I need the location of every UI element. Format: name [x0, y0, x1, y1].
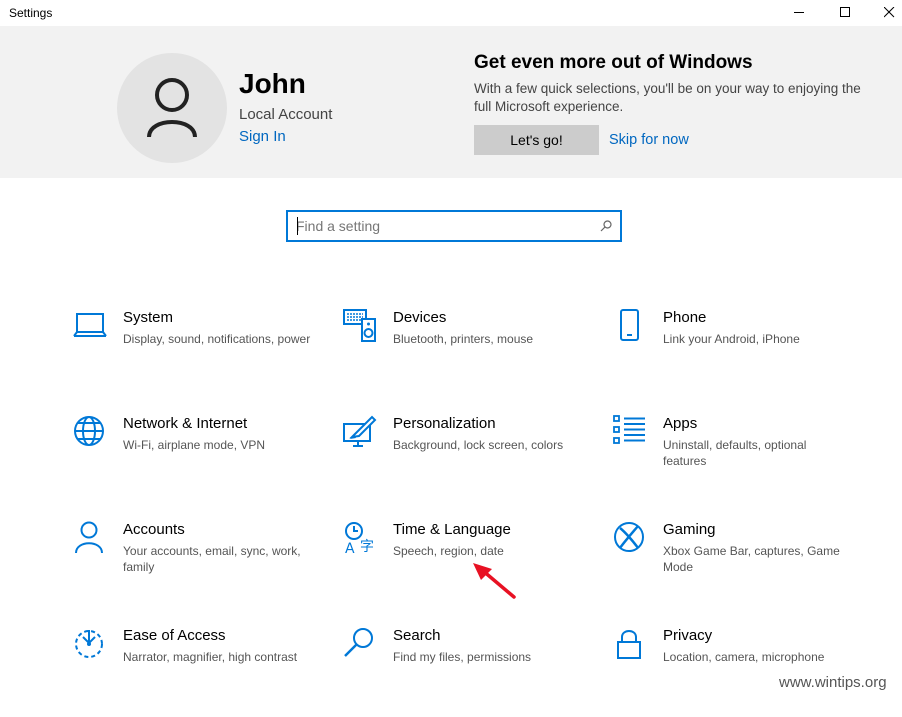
tile-description: Location, camera, microphone [663, 650, 825, 664]
tile-time-language[interactable]: A 字 Time & Language Speech, region, date [343, 521, 593, 611]
svg-text:A: A [345, 541, 355, 555]
xbox-icon [614, 522, 644, 552]
tile-description: Narrator, magnifier, high contrast [123, 650, 298, 664]
maximize-button[interactable] [822, 0, 868, 26]
tile-description: Xbox Game Bar, captures, Game Mode [663, 544, 840, 574]
promo-title: Get even more out of Windows [474, 52, 753, 73]
tile-title: Accounts [123, 521, 185, 538]
apps-list-icon [613, 415, 645, 444]
globe-icon [74, 416, 104, 446]
tile-search[interactable]: Search Find my files, permissions [343, 627, 593, 717]
tile-title: System [123, 309, 174, 326]
title-bar: Settings [0, 0, 902, 26]
tile-system[interactable]: System Display, sound, notifications, po… [73, 309, 323, 399]
tile-description: Wi-Fi, airplane mode, VPN [123, 438, 266, 452]
tile-description: Speech, region, date [393, 544, 504, 558]
tile-title: Gaming [663, 521, 716, 538]
minimize-icon [794, 12, 804, 13]
red-arrow-icon [473, 563, 516, 599]
close-icon [884, 7, 895, 18]
tile-title: Privacy [663, 627, 713, 644]
tile-phone[interactable]: Phone Link your Android, iPhone [613, 309, 863, 399]
tile-title: Personalization [393, 415, 496, 432]
tile-title: Ease of Access [123, 627, 226, 644]
skip-for-now-link[interactable]: Skip for now [609, 132, 689, 148]
person-icon [75, 521, 103, 554]
tile-gaming[interactable]: Gaming Xbox Game Bar, captures, Game Mod… [613, 521, 863, 611]
tile-network-internet[interactable]: Network & Internet Wi-Fi, airplane mode,… [73, 415, 323, 505]
tile-devices[interactable]: Devices Bluetooth, printers, mouse [343, 309, 593, 399]
personalization-icon [343, 415, 377, 447]
tile-ease-of-access[interactable]: Ease of Access Narrator, magnifier, high… [73, 627, 323, 717]
laptop-icon [73, 313, 107, 337]
tile-title: Search [393, 627, 441, 644]
sign-in-link[interactable]: Sign In [239, 128, 286, 145]
magnifier-icon [344, 628, 373, 657]
tile-title: Devices [393, 309, 447, 326]
tile-personalization[interactable]: Personalization Background, lock screen,… [343, 415, 593, 505]
lock-icon [617, 630, 641, 659]
tile-title: Phone [663, 309, 707, 326]
tile-description: Find my files, permissions [393, 650, 532, 664]
minimize-button[interactable] [776, 0, 822, 26]
ease-of-access-icon [75, 630, 103, 658]
lets-go-button[interactable]: Let's go! [474, 125, 599, 155]
window-title: Settings [9, 6, 53, 20]
tile-description: Uninstall, defaults, optional features [663, 438, 807, 468]
tile-description: Display, sound, notifications, power [123, 332, 311, 346]
promo-text: With a few quick selections, you'll be o… [474, 81, 861, 114]
devices-icon [343, 309, 376, 342]
user-name: John [239, 68, 306, 99]
tile-apps[interactable]: Apps Uninstall, defaults, optional featu… [613, 415, 863, 505]
time-language-icon: A 字 [345, 522, 374, 555]
close-button[interactable] [866, 0, 902, 26]
account-banner: John Local Account Sign In Get even more… [0, 26, 902, 178]
account-type: Local Account [239, 106, 333, 123]
tile-title: Time & Language [393, 521, 511, 538]
person-icon [147, 78, 197, 138]
watermark: www.wintips.org [779, 674, 887, 691]
tile-description: Link your Android, iPhone [663, 332, 800, 346]
search-box[interactable] [286, 210, 622, 242]
tile-description: Your accounts, email, sync, work, family [123, 544, 301, 574]
maximize-icon [840, 7, 850, 17]
tile-title: Apps [663, 415, 698, 432]
svg-text:字: 字 [360, 539, 374, 555]
magnifier-icon[interactable] [600, 220, 612, 232]
phone-icon [620, 309, 639, 341]
search-input[interactable] [296, 215, 586, 237]
text-caret [297, 217, 298, 235]
tile-description: Bluetooth, printers, mouse [393, 332, 534, 346]
tile-privacy[interactable]: Privacy Location, camera, microphone [613, 627, 863, 717]
tile-title: Network & Internet [123, 415, 248, 432]
tile-accounts[interactable]: Accounts Your accounts, email, sync, wor… [73, 521, 323, 611]
tile-description: Background, lock screen, colors [393, 438, 564, 452]
avatar [117, 53, 227, 163]
